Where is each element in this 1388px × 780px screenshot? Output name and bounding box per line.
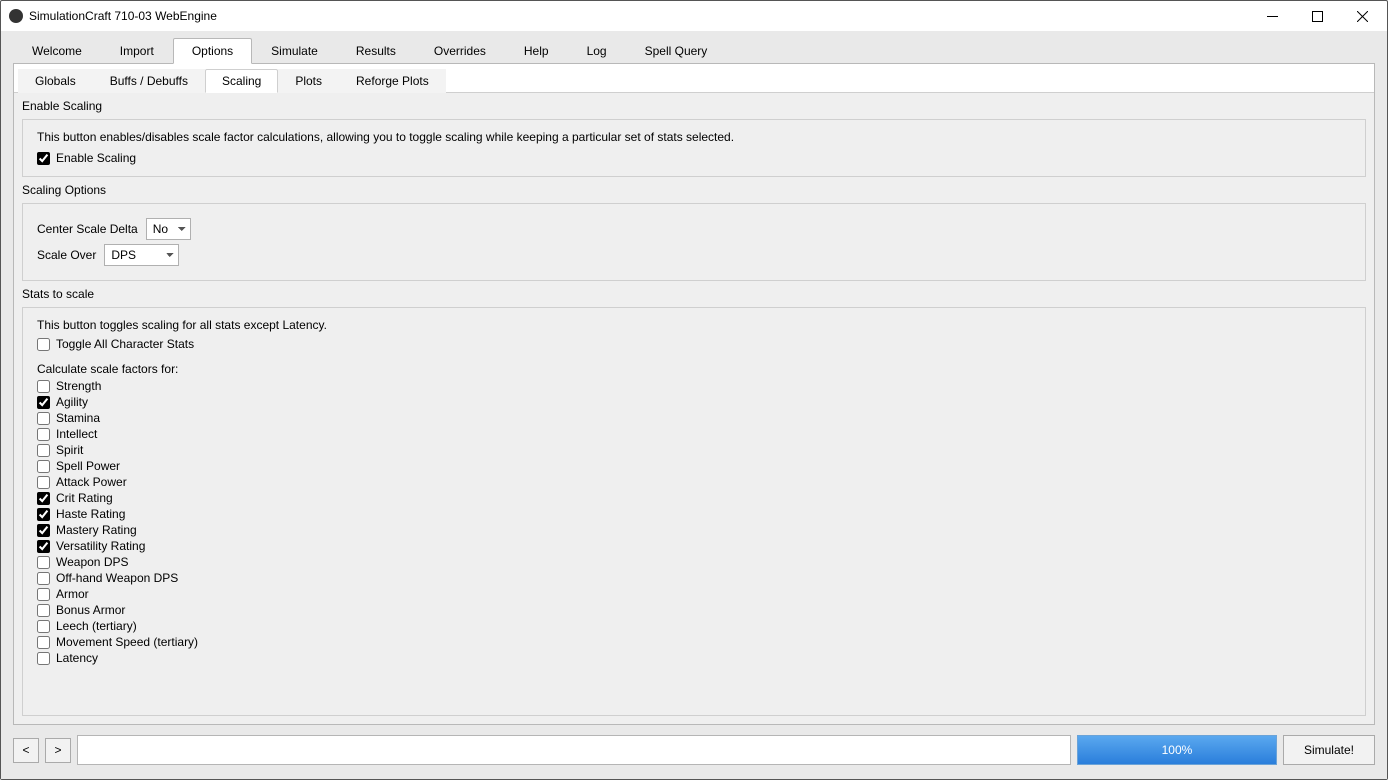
stat-label: Versatility Rating xyxy=(56,539,145,553)
titlebar: SimulationCraft 710-03 WebEngine xyxy=(1,1,1387,31)
stat-label: Agility xyxy=(56,395,88,409)
scale-over-label: Scale Over xyxy=(37,248,96,262)
command-input[interactable] xyxy=(77,735,1071,765)
app-window: SimulationCraft 710-03 WebEngine Welcome… xyxy=(0,0,1388,780)
stat-label: Crit Rating xyxy=(56,491,113,505)
calc-factors-label: Calculate scale factors for: xyxy=(37,362,1351,376)
toggle-all-stats-label: Toggle All Character Stats xyxy=(56,337,194,351)
toggle-all-stats-checkbox[interactable] xyxy=(37,338,50,351)
main-tab-results[interactable]: Results xyxy=(337,38,415,64)
sub-tab-plots[interactable]: Plots xyxy=(278,69,339,93)
stat-label: Haste Rating xyxy=(56,507,125,521)
stat-checkbox-intellect[interactable] xyxy=(37,428,50,441)
stat-checkbox-mastery-rating[interactable] xyxy=(37,524,50,537)
stat-checkbox-movement-speed-tertiary-[interactable] xyxy=(37,636,50,649)
scaling-content: Enable Scaling This button enables/disab… xyxy=(14,93,1374,724)
main-tab-log[interactable]: Log xyxy=(568,38,626,64)
stat-label: Bonus Armor xyxy=(56,603,125,617)
main-tabpane: GlobalsBuffs / DebuffsScalingPlotsReforg… xyxy=(13,64,1375,725)
main-tab-simulate[interactable]: Simulate xyxy=(252,38,337,64)
simulate-button[interactable]: Simulate! xyxy=(1283,735,1375,765)
stat-checkbox-spirit[interactable] xyxy=(37,444,50,457)
main-tabstrip: WelcomeImportOptionsSimulateResultsOverr… xyxy=(13,37,1375,64)
sub-tabstrip: GlobalsBuffs / DebuffsScalingPlotsReforg… xyxy=(14,64,1374,93)
stat-label: Armor xyxy=(56,587,89,601)
stat-label: Intellect xyxy=(56,427,97,441)
enable-scaling-desc: This button enables/disables scale facto… xyxy=(37,130,1351,144)
main-tab-options[interactable]: Options xyxy=(173,38,252,64)
main-tab-import[interactable]: Import xyxy=(101,38,173,64)
stat-checkbox-bonus-armor[interactable] xyxy=(37,604,50,617)
stat-label: Weapon DPS xyxy=(56,555,129,569)
sub-tab-reforge-plots[interactable]: Reforge Plots xyxy=(339,69,446,93)
minimize-button[interactable] xyxy=(1250,1,1295,31)
stat-checkbox-versatility-rating[interactable] xyxy=(37,540,50,553)
sub-tab-globals[interactable]: Globals xyxy=(18,69,93,93)
stat-checkbox-list: Strength Agility Stamina Intellect Spirit Spe… xyxy=(37,378,1351,666)
stat-label: Movement Speed (tertiary) xyxy=(56,635,198,649)
stat-checkbox-armor[interactable] xyxy=(37,588,50,601)
stat-checkbox-off-hand-weapon-dps[interactable] xyxy=(37,572,50,585)
nav-back-button[interactable]: < xyxy=(13,738,39,763)
enable-scaling-group: This button enables/disables scale facto… xyxy=(22,119,1366,177)
close-button[interactable] xyxy=(1340,1,1385,31)
enable-scaling-checkbox-label: Enable Scaling xyxy=(56,151,136,165)
stat-checkbox-weapon-dps[interactable] xyxy=(37,556,50,569)
center-scale-delta-label: Center Scale Delta xyxy=(37,222,138,236)
stat-checkbox-spell-power[interactable] xyxy=(37,460,50,473)
stat-label: Stamina xyxy=(56,411,100,425)
stat-label: Spirit xyxy=(56,443,83,457)
center-scale-delta-select[interactable]: No xyxy=(146,218,191,240)
progress-bar: 100% xyxy=(1077,735,1277,765)
window-title: SimulationCraft 710-03 WebEngine xyxy=(29,9,1250,23)
scale-over-select[interactable]: DPS xyxy=(104,244,179,266)
stat-checkbox-latency[interactable] xyxy=(37,652,50,665)
stat-label: Attack Power xyxy=(56,475,127,489)
app-icon xyxy=(9,9,23,23)
maximize-button[interactable] xyxy=(1295,1,1340,31)
scaling-options-group-label: Scaling Options xyxy=(22,181,1366,199)
nav-forward-button[interactable]: > xyxy=(45,738,71,763)
main-tab-welcome[interactable]: Welcome xyxy=(13,38,101,64)
main-tab-help[interactable]: Help xyxy=(505,38,568,64)
stats-group: This button toggles scaling for all stat… xyxy=(22,307,1366,716)
main-tab-overrides[interactable]: Overrides xyxy=(415,38,505,64)
stat-label: Latency xyxy=(56,651,98,665)
stat-checkbox-strength[interactable] xyxy=(37,380,50,393)
stat-checkbox-stamina[interactable] xyxy=(37,412,50,425)
footer-bar: < > 100% Simulate! xyxy=(1,725,1387,779)
scaling-options-group: Center Scale Delta No Scale Over DPS xyxy=(22,203,1366,281)
stat-label: Strength xyxy=(56,379,101,393)
progress-value: 100% xyxy=(1162,743,1193,757)
toggle-all-desc: This button toggles scaling for all stat… xyxy=(37,318,1351,332)
stat-checkbox-attack-power[interactable] xyxy=(37,476,50,489)
enable-scaling-group-label: Enable Scaling xyxy=(22,97,1366,115)
stat-checkbox-agility[interactable] xyxy=(37,396,50,409)
stat-checkbox-haste-rating[interactable] xyxy=(37,508,50,521)
client-area: WelcomeImportOptionsSimulateResultsOverr… xyxy=(1,31,1387,725)
stat-label: Spell Power xyxy=(56,459,120,473)
sub-tab-scaling[interactable]: Scaling xyxy=(205,69,278,93)
stat-label: Leech (tertiary) xyxy=(56,619,137,633)
stat-label: Mastery Rating xyxy=(56,523,137,537)
stat-checkbox-crit-rating[interactable] xyxy=(37,492,50,505)
stat-checkbox-leech-tertiary-[interactable] xyxy=(37,620,50,633)
main-tab-spell-query[interactable]: Spell Query xyxy=(626,38,727,64)
enable-scaling-checkbox[interactable] xyxy=(37,152,50,165)
stat-label: Off-hand Weapon DPS xyxy=(56,571,178,585)
sub-tab-buffs-debuffs[interactable]: Buffs / Debuffs xyxy=(93,69,205,93)
stats-group-label: Stats to scale xyxy=(22,285,1366,303)
